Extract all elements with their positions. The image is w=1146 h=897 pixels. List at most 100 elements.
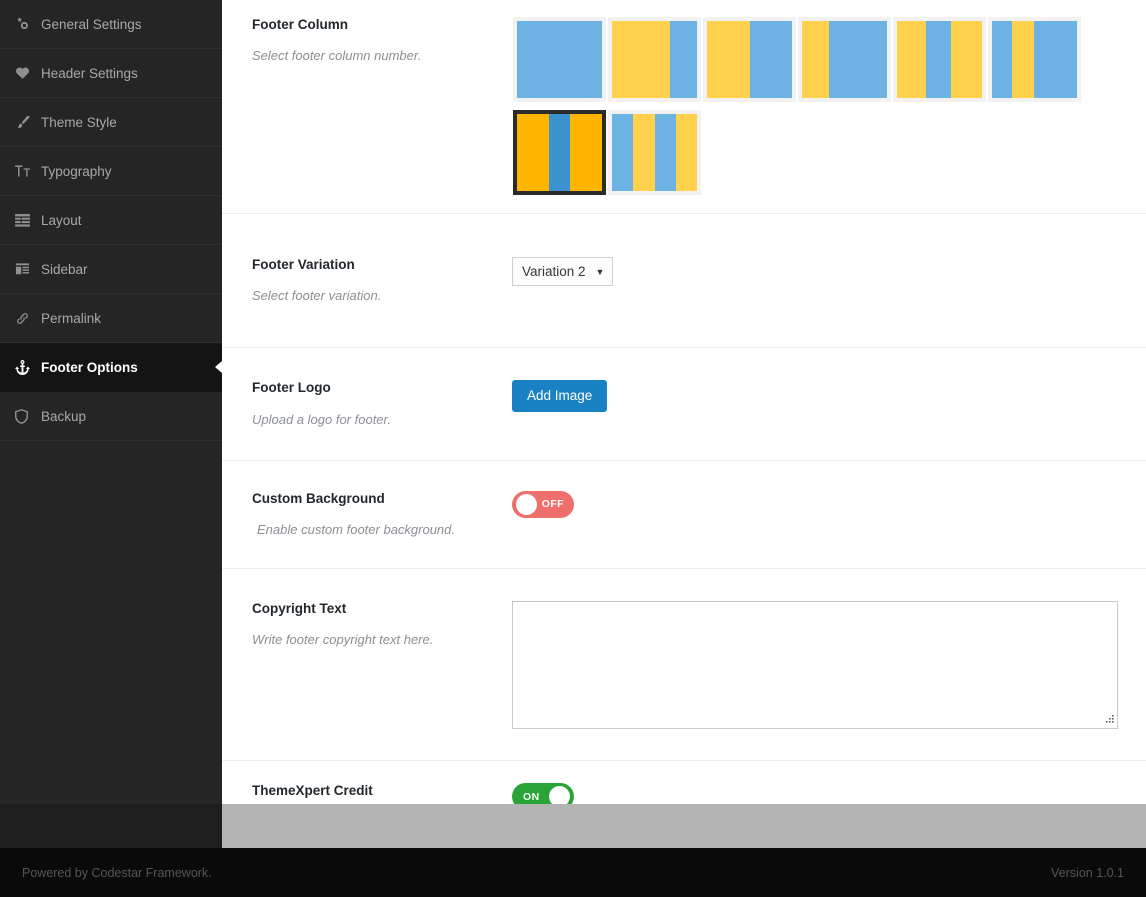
field-footer-variation: Footer Variation Select footer variation… bbox=[222, 214, 1146, 349]
footer-column-option-four-column-equal[interactable] bbox=[608, 110, 701, 195]
sidebar-item-general-settings[interactable]: General Settings bbox=[0, 0, 222, 49]
swatch-column bbox=[517, 114, 550, 191]
sidebar-item-label: Typography bbox=[41, 163, 112, 179]
settings-content: Footer Column Select footer column numbe… bbox=[222, 0, 1146, 804]
swatch-column bbox=[749, 21, 792, 98]
swatch-preview bbox=[992, 21, 1077, 98]
select-value: Variation 2 bbox=[522, 264, 586, 279]
sidebar-item-typography[interactable]: Typography bbox=[0, 147, 222, 196]
sidebar-item-theme-style[interactable]: Theme Style bbox=[0, 98, 222, 147]
sidebar-item-sidebar[interactable]: Sidebar bbox=[0, 245, 222, 294]
field-title: Custom Background bbox=[252, 490, 385, 506]
swatch-preview bbox=[517, 114, 602, 191]
swatch-column bbox=[669, 21, 697, 98]
swatch-column bbox=[549, 114, 570, 191]
swatch-column bbox=[517, 21, 602, 98]
field-control bbox=[512, 16, 1116, 203]
swatch-column bbox=[925, 21, 952, 98]
footer-column-option-three-column-equal[interactable] bbox=[893, 17, 986, 102]
swatch-column bbox=[1033, 21, 1077, 98]
field-footer-column: Footer Column Select footer column numbe… bbox=[222, 0, 1146, 214]
chevron-down-icon: ▼ bbox=[595, 266, 605, 277]
toggle-state-label: OFF bbox=[541, 498, 564, 511]
sidebar-item-label: Theme Style bbox=[41, 114, 117, 130]
sidebar-bottom-strip bbox=[0, 804, 222, 848]
copyright-textarea[interactable] bbox=[512, 601, 1118, 730]
sidebar-item-permalink[interactable]: Permalink bbox=[0, 294, 222, 343]
field-control: Variation 2 ▼ bbox=[512, 256, 1116, 305]
content-bottom-overlay bbox=[222, 804, 1146, 848]
themexpert-credit-toggle[interactable]: ON bbox=[512, 783, 574, 804]
field-description: Upload a logo for footer. bbox=[252, 411, 391, 427]
field-control bbox=[512, 600, 1118, 730]
field-custom-background: Custom Background Enable custom footer b… bbox=[222, 461, 1146, 570]
footer-column-option-three-column-center[interactable] bbox=[513, 110, 606, 195]
swatch-preview bbox=[897, 21, 982, 98]
swatch-column bbox=[654, 114, 676, 191]
field-description: Select footer variation. bbox=[252, 288, 382, 304]
sidebar-item-layout[interactable]: Layout bbox=[0, 196, 222, 245]
toggle-knob bbox=[516, 493, 537, 515]
footer-column-option-one-column[interactable] bbox=[513, 17, 606, 102]
swatch-column bbox=[612, 21, 670, 98]
sidebar-item-label: Header Settings bbox=[41, 65, 138, 81]
swatch-column bbox=[612, 114, 634, 191]
paintbrush-icon bbox=[15, 115, 41, 130]
field-label-group: ThemeXpert Credit bbox=[252, 782, 512, 804]
sidebar-item-label: Layout bbox=[41, 212, 82, 228]
layout-lines-icon bbox=[15, 213, 41, 227]
gears-icon bbox=[15, 17, 41, 32]
field-title: Footer Variation bbox=[252, 257, 355, 272]
swatch-column bbox=[707, 21, 750, 98]
field-label-group: Copyright Text Write footer copyright te… bbox=[252, 600, 512, 729]
sidebar-item-label: Sidebar bbox=[41, 261, 88, 277]
active-item-caret-icon bbox=[215, 361, 222, 373]
swatch-preview bbox=[707, 21, 792, 98]
field-label-group: Footer Column Select footer column numbe… bbox=[252, 16, 512, 203]
settings-sidebar: General Settings Header Settings Theme Sty… bbox=[0, 0, 222, 804]
footer-column-option-two-column-70-30[interactable] bbox=[608, 17, 701, 102]
sidebar-item-label: Footer Options bbox=[41, 359, 138, 375]
sidebar-item-footer-options[interactable]: Footer Options bbox=[0, 343, 222, 392]
sidebar-nav-list: General Settings Header Settings Theme Sty… bbox=[0, 0, 222, 441]
sidebar-item-label: Permalink bbox=[41, 310, 102, 326]
text-type-icon bbox=[15, 164, 41, 178]
swatch-column bbox=[569, 114, 602, 191]
footer-column-option-two-column-50-50[interactable] bbox=[703, 17, 796, 102]
swatch-preview bbox=[612, 114, 697, 191]
copyright-textarea-wrap bbox=[512, 601, 1118, 730]
field-title: Copyright Text bbox=[252, 601, 347, 617]
page-footer-bar: Powered by Codestar Framework. Version 1… bbox=[0, 848, 1146, 897]
footer-variation-select[interactable]: Variation 2 ▼ bbox=[512, 257, 614, 286]
swatch-column bbox=[829, 21, 887, 98]
field-control: Add Image bbox=[512, 379, 1116, 428]
field-label-group: Footer Logo Upload a logo for footer. bbox=[252, 379, 512, 428]
sidebar-item-label: General Settings bbox=[41, 16, 142, 32]
anchor-icon bbox=[15, 359, 41, 375]
field-control: OFF bbox=[512, 490, 1116, 539]
options-framework-page: General Settings Header Settings Theme Sty… bbox=[0, 0, 1146, 897]
custom-background-toggle[interactable]: OFF bbox=[512, 490, 574, 518]
footer-credit-text: Powered by Codestar Framework. bbox=[22, 865, 212, 880]
footer-column-option-two-column-30-70[interactable] bbox=[798, 17, 891, 102]
field-label-group: Footer Variation Select footer variation… bbox=[252, 256, 512, 305]
swatch-column bbox=[633, 114, 655, 191]
field-title: ThemeXpert Credit bbox=[252, 783, 373, 799]
footer-column-swatch-group[interactable] bbox=[512, 17, 1112, 203]
add-image-button[interactable]: Add Image bbox=[512, 380, 608, 412]
field-title: Footer Column bbox=[252, 17, 348, 32]
sidebar-item-backup[interactable]: Backup bbox=[0, 392, 222, 441]
heart-icon bbox=[15, 66, 41, 80]
swatch-preview bbox=[612, 21, 697, 98]
footer-version-text: Version 1.0.1 bbox=[1051, 865, 1124, 880]
swatch-column bbox=[675, 114, 697, 191]
field-control: ON bbox=[512, 782, 1116, 804]
footer-column-option-three-column-sidebars[interactable] bbox=[988, 17, 1081, 102]
field-footer-logo: Footer Logo Upload a logo for footer. Ad… bbox=[222, 348, 1146, 461]
field-title: Footer Logo bbox=[252, 380, 331, 396]
shield-icon bbox=[15, 408, 41, 424]
toggle-knob bbox=[549, 786, 570, 804]
link-chain-icon bbox=[15, 311, 41, 326]
swatch-column bbox=[897, 21, 926, 98]
sidebar-item-header-settings[interactable]: Header Settings bbox=[0, 49, 222, 98]
